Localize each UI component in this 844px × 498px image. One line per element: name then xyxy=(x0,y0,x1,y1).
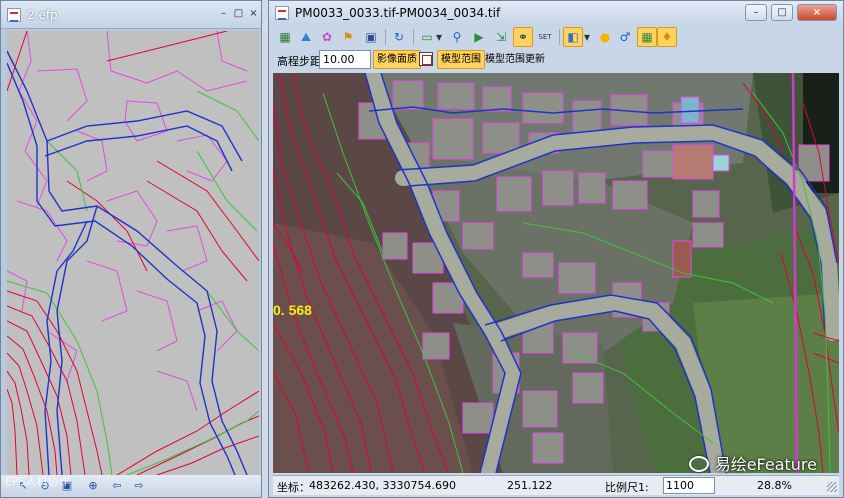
brand-watermark: 易绘eFeature xyxy=(688,451,817,475)
close-icon[interactable]: × xyxy=(247,8,260,21)
chevron-down-icon[interactable]: ▾ xyxy=(433,27,445,47)
right-window-titlebar[interactable]: PM0033_0033.tif-PM0034_0034.tif – □ × xyxy=(269,1,843,25)
orthophoto-map-canvas[interactable]: 0. 568 xyxy=(273,73,839,473)
back-arrow-icon[interactable]: ⇦ xyxy=(109,479,125,493)
toolbar-separator xyxy=(559,29,560,45)
status-bar: 坐标： 483262.430, 3330754.690 251.122 比例尺1… xyxy=(273,475,839,495)
brand-watermark-text: 易绘eFeature xyxy=(714,455,817,474)
play-icon[interactable]: ▶ xyxy=(469,27,489,47)
elevation-value-label: 0. 568 xyxy=(273,302,312,318)
scale-label: 比例尺1: xyxy=(605,481,649,494)
left-window-title: 2.efp xyxy=(27,8,58,22)
left-window-titlebar[interactable]: 2.efp – □ × xyxy=(1,1,261,29)
add-layer-icon[interactable]: ▦ xyxy=(637,27,657,47)
elevation-step-input[interactable] xyxy=(319,50,371,69)
export-icon[interactable]: ⇲ xyxy=(491,27,511,47)
sun-icon[interactable]: ● xyxy=(595,27,615,47)
resize-grip-icon[interactable] xyxy=(827,482,837,492)
scale-input[interactable] xyxy=(663,477,715,494)
bulb-icon[interactable]: ♦ xyxy=(657,27,677,47)
color-swatch-icon[interactable] xyxy=(419,52,433,66)
vector-map-canvas[interactable] xyxy=(7,31,259,475)
open-layer-icon[interactable]: ▦ xyxy=(275,27,295,47)
toolbar-separator xyxy=(385,29,386,45)
model-toolbar: 高程步距 影像面质 模型范围 模型范围更新 xyxy=(273,49,841,71)
zoom-percent: 28.8% xyxy=(757,479,792,492)
elevation-step-label: 高程步距 xyxy=(277,55,321,68)
search-icon[interactable]: ⚲ xyxy=(447,27,467,47)
refresh-icon[interactable]: ↻ xyxy=(389,27,409,47)
image-icon[interactable]: ⛰ xyxy=(296,27,316,47)
chevron-down-icon[interactable]: ▾ xyxy=(581,27,593,47)
maximize-icon[interactable]: □ xyxy=(232,8,245,21)
wechat-logo-icon xyxy=(688,456,709,472)
close-button[interactable]: × xyxy=(797,4,837,21)
right-window-title: PM0033_0033.tif-PM0034_0034.tif xyxy=(295,6,501,20)
gender-icon[interactable]: ♂ xyxy=(615,27,635,47)
select-icon[interactable]: ◧ xyxy=(563,27,583,47)
image-map-window: PM0033_0033.tif-PM0034_0034.tif – □ × ▦ … xyxy=(268,0,844,498)
left-map-window: 2.efp – □ × ↖ ⊖ ▣ ⊕ ⇦ ⇨ EPS人机协作 xyxy=(0,0,262,498)
coordinate-value: 483262.430, 3330754.690 xyxy=(309,479,456,492)
orthophoto-drawing xyxy=(273,73,839,473)
screen-icon[interactable]: ▣ xyxy=(361,27,381,47)
model-range-update-button[interactable]: 模型范围更新 xyxy=(481,50,549,69)
link-icon[interactable]: ⚭ xyxy=(513,27,533,47)
minimize-icon[interactable]: – xyxy=(217,8,230,21)
app-document-icon xyxy=(275,6,289,20)
left-watermark-text: EPS人机协作 xyxy=(5,475,70,488)
app-document-icon xyxy=(7,8,21,22)
maximize-button[interactable]: □ xyxy=(771,4,793,21)
main-toolbar: ▦ ⛰ ✿ ⚑ ▣ ↻ ▭ ▾ ⚲ ▶ ⇲ ⚭ SET ◧ ▾ ● ♂ ▦ ♦ xyxy=(273,25,841,49)
vector-map-drawing xyxy=(7,31,259,475)
flag-icon[interactable]: ⚑ xyxy=(338,27,358,47)
minimize-button[interactable]: – xyxy=(745,4,767,21)
toolbar-separator xyxy=(413,29,414,45)
settings-icon[interactable]: SET xyxy=(535,27,555,47)
image-surface-button[interactable]: 影像面质 xyxy=(373,50,421,69)
forward-arrow-icon[interactable]: ⇨ xyxy=(131,479,147,493)
coordinate-label: 坐标： xyxy=(277,481,310,494)
zoom-icon[interactable]: ⊕ xyxy=(85,479,101,493)
color-icon[interactable]: ✿ xyxy=(317,27,337,47)
model-range-button[interactable]: 模型范围 xyxy=(437,50,485,69)
elevation-value: 251.122 xyxy=(507,479,553,492)
